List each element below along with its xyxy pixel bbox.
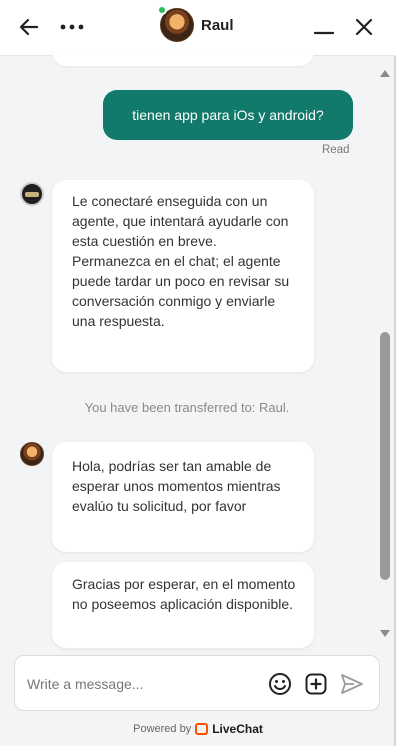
message-input[interactable] bbox=[27, 670, 267, 698]
scroll-thumb[interactable] bbox=[380, 332, 390, 580]
agent-name: Raul bbox=[201, 16, 234, 34]
agent-message: Gracias por esperar, en el momento no po… bbox=[52, 562, 314, 648]
attach-icon bbox=[305, 673, 327, 695]
agent-message-avatar bbox=[20, 442, 44, 466]
messages-scrollbar[interactable] bbox=[378, 62, 392, 646]
back-arrow-icon bbox=[19, 18, 39, 36]
scroll-down-icon[interactable] bbox=[380, 630, 390, 637]
online-status-dot bbox=[157, 5, 167, 15]
agent-avatar bbox=[157, 5, 194, 42]
more-options-button[interactable] bbox=[56, 10, 88, 44]
scroll-up-icon[interactable] bbox=[380, 70, 390, 77]
agent-message: Hola, podrías ser tan amable de esperar … bbox=[52, 442, 314, 552]
bot-avatar bbox=[20, 182, 44, 206]
transfer-notice: You have been transferred to: Raul. bbox=[84, 400, 290, 415]
outgoing-message: tienen app para iOs y android? bbox=[103, 90, 353, 140]
read-receipt: Read bbox=[322, 144, 350, 156]
agent-header: Raul bbox=[157, 5, 234, 42]
close-icon bbox=[355, 18, 373, 36]
powered-by-footer[interactable]: Powered by LiveChat bbox=[0, 722, 396, 736]
attach-button[interactable] bbox=[303, 671, 329, 697]
emoji-button[interactable] bbox=[267, 671, 293, 697]
chat-header: Raul bbox=[0, 0, 396, 56]
chat-window: Raul tienen app para iOs y android? Read… bbox=[0, 0, 396, 746]
minimize-icon bbox=[313, 31, 335, 35]
livechat-logo-icon bbox=[195, 723, 209, 735]
livechat-brand: LiveChat bbox=[212, 722, 263, 736]
more-icon bbox=[60, 24, 84, 30]
bot-message: Le conectaré enseguida con un agente, qu… bbox=[52, 180, 314, 372]
minimize-button[interactable] bbox=[310, 10, 338, 44]
back-button[interactable] bbox=[14, 10, 44, 44]
previous-message-bubble bbox=[52, 52, 314, 66]
message-composer bbox=[14, 655, 380, 711]
send-icon bbox=[341, 674, 363, 694]
powered-by-label: Powered by bbox=[133, 723, 192, 735]
send-button[interactable] bbox=[339, 671, 365, 697]
emoji-icon bbox=[269, 673, 291, 695]
close-button[interactable] bbox=[348, 10, 380, 44]
